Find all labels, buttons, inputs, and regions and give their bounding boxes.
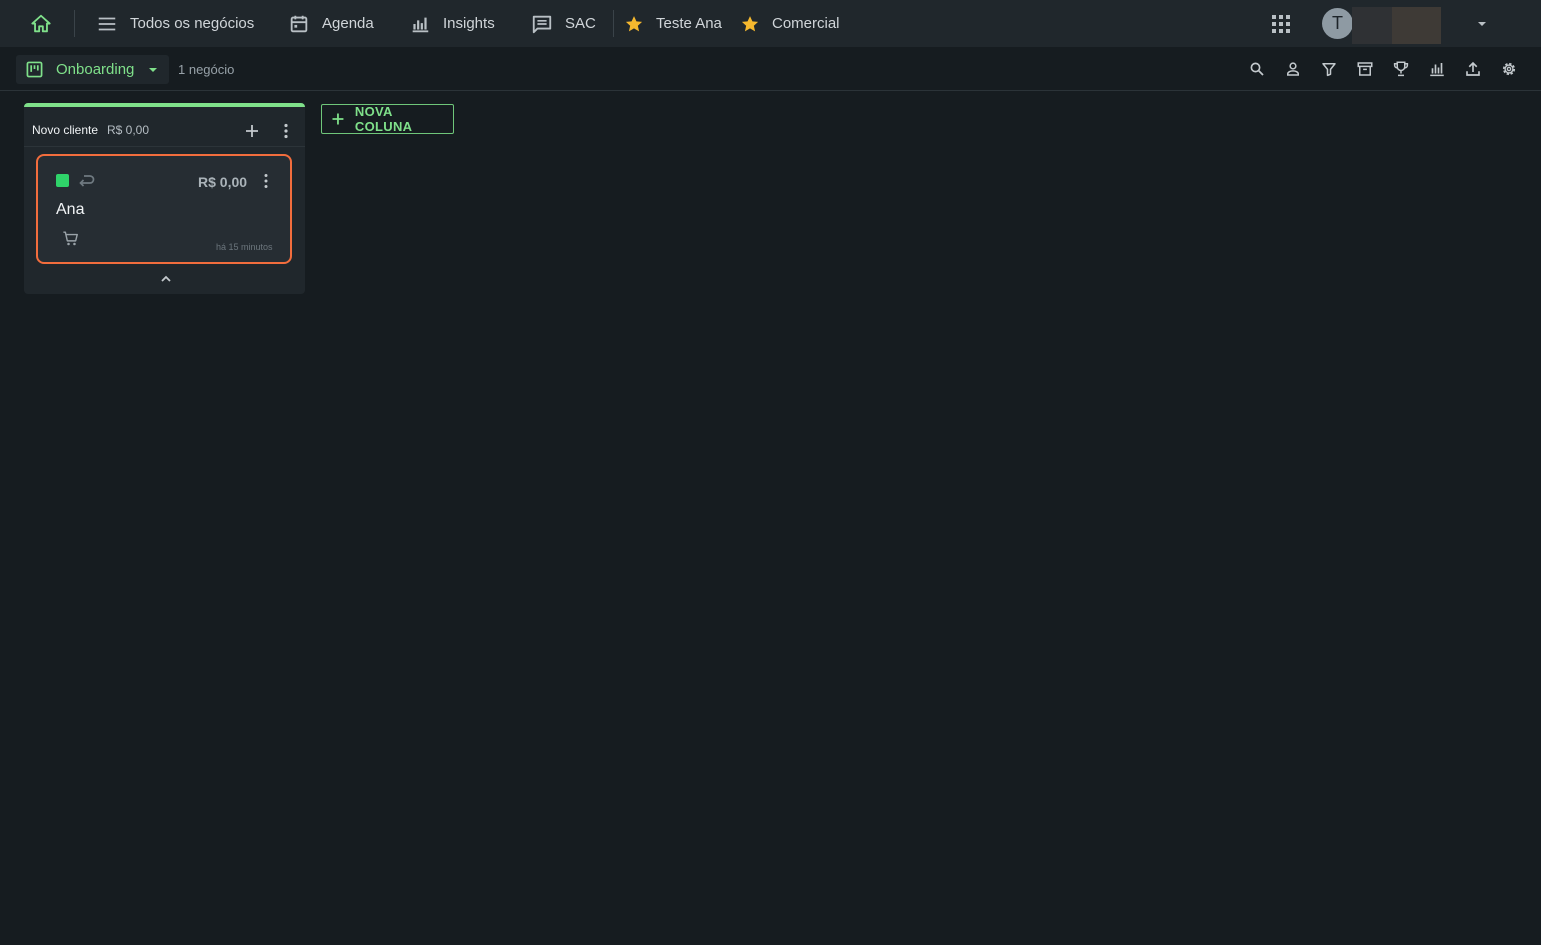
apps-button[interactable] <box>1270 13 1292 35</box>
more-vertical-icon <box>284 123 288 139</box>
favorite-label: Teste Ana <box>656 15 722 32</box>
column-header: Novo cliente R$ 0,00 <box>24 107 305 147</box>
collapse-column-button[interactable] <box>159 274 173 284</box>
favorite-comercial[interactable]: Comercial <box>740 0 840 47</box>
kanban-board-icon <box>26 61 43 78</box>
pipeline-selector[interactable]: Onboarding <box>16 55 169 84</box>
deal-card[interactable]: R$ 0,00 Ana há 15 minutos <box>36 154 292 264</box>
deal-name: Ana <box>56 201 85 218</box>
nav-divider <box>613 10 614 37</box>
pipeline-column: Novo cliente R$ 0,00 R$ 0,00 Ana há 15 m… <box>24 103 305 294</box>
chevron-up-icon <box>161 275 171 282</box>
nav-item-sac[interactable]: SAC <box>531 0 596 47</box>
filter-button[interactable] <box>1320 60 1338 78</box>
cart-icon <box>63 231 78 246</box>
home-button[interactable] <box>28 11 54 37</box>
user-avatar[interactable]: T <box>1322 8 1353 39</box>
nav-item-agenda[interactable]: Agenda <box>288 0 374 47</box>
nav-item-label: SAC <box>565 15 596 32</box>
new-column-button[interactable]: NOVA COLUNA <box>321 104 454 134</box>
plus-icon <box>332 113 344 125</box>
star-icon <box>625 15 643 31</box>
settings-button[interactable] <box>1500 60 1518 78</box>
apps-grid-icon <box>1272 15 1290 33</box>
more-vertical-icon <box>264 174 268 188</box>
deal-count: 1 negócio <box>178 62 235 77</box>
column-menu-button[interactable] <box>277 122 295 140</box>
nav-item-insights[interactable]: Insights <box>409 0 495 47</box>
chart-icon <box>1430 63 1444 77</box>
nav-item-label: Todos os negócios <box>130 15 255 32</box>
home-icon <box>31 14 51 33</box>
column-title: Novo cliente <box>32 123 99 137</box>
goals-button[interactable] <box>1392 60 1410 78</box>
calendar-icon <box>290 15 308 32</box>
new-column-label: NOVA COLUNA <box>354 104 413 134</box>
deal-value: R$ 0,00 <box>198 174 248 190</box>
search-button[interactable] <box>1248 60 1266 78</box>
pipeline-name: Onboarding <box>56 61 135 78</box>
deal-timestamp: há 15 minutos <box>216 242 273 252</box>
deal-menu-button[interactable] <box>258 172 274 190</box>
caret-down-icon <box>1478 22 1486 26</box>
settings-icon <box>1502 62 1516 76</box>
status-indicator <box>56 174 69 187</box>
reports-button[interactable] <box>1428 60 1446 78</box>
nav-divider <box>74 10 75 37</box>
add-deal-button[interactable] <box>243 122 261 140</box>
caret-down-icon <box>149 67 158 72</box>
star-icon <box>741 15 759 31</box>
person-icon <box>1287 62 1299 76</box>
plus-icon <box>246 125 258 137</box>
return-icon <box>79 175 95 187</box>
pipeline-toolbar: Onboarding 1 negócio <box>0 47 1541 91</box>
nav-item-todos-os-negocios[interactable]: Todos os negócios <box>96 0 254 47</box>
export-button[interactable] <box>1464 60 1482 78</box>
user-name-redacted <box>1352 7 1441 44</box>
favorite-label: Comercial <box>772 15 840 32</box>
favorite-teste-ana[interactable]: Teste Ana <box>624 0 722 47</box>
column-total: R$ 0,00 <box>107 123 150 137</box>
nav-item-label: Insights <box>443 15 495 32</box>
owner-filter-button[interactable] <box>1284 60 1302 78</box>
archive-icon <box>1357 62 1373 76</box>
menu-icon <box>98 17 116 30</box>
top-navigation-bar: Todos os negócios Agenda Insights SAC Te… <box>0 0 1541 47</box>
bar-chart-icon <box>412 17 429 32</box>
filter-icon <box>1322 63 1336 77</box>
trophy-icon <box>1393 61 1409 77</box>
message-icon <box>532 15 552 33</box>
user-menu-caret[interactable] <box>1474 17 1490 31</box>
upload-icon <box>1466 61 1480 76</box>
archive-button[interactable] <box>1356 60 1374 78</box>
search-icon <box>1250 62 1264 76</box>
nav-item-label: Agenda <box>322 15 374 32</box>
